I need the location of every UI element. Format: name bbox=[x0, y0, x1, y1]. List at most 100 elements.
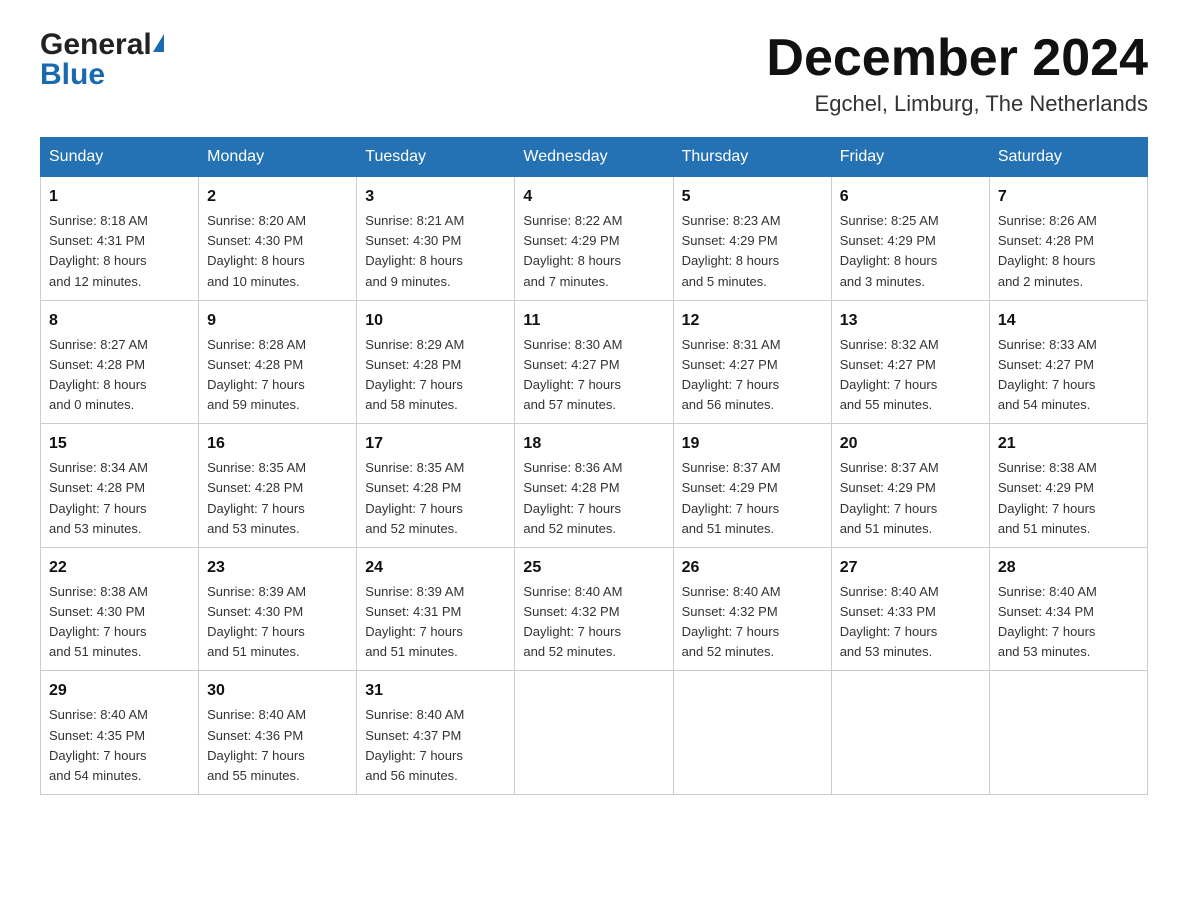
calendar-cell: 14Sunrise: 8:33 AM Sunset: 4:27 PM Dayli… bbox=[989, 300, 1147, 424]
calendar-header-sunday: Sunday bbox=[41, 138, 199, 177]
calendar-cell: 16Sunrise: 8:35 AM Sunset: 4:28 PM Dayli… bbox=[199, 424, 357, 548]
calendar-cell: 23Sunrise: 8:39 AM Sunset: 4:30 PM Dayli… bbox=[199, 547, 357, 671]
calendar-cell: 6Sunrise: 8:25 AM Sunset: 4:29 PM Daylig… bbox=[831, 177, 989, 301]
day-info: Sunrise: 8:40 AM Sunset: 4:32 PM Dayligh… bbox=[682, 582, 823, 663]
day-info: Sunrise: 8:40 AM Sunset: 4:34 PM Dayligh… bbox=[998, 582, 1139, 663]
calendar-cell: 22Sunrise: 8:38 AM Sunset: 4:30 PM Dayli… bbox=[41, 547, 199, 671]
calendar-header-monday: Monday bbox=[199, 138, 357, 177]
day-number: 21 bbox=[998, 432, 1139, 456]
calendar-cell: 10Sunrise: 8:29 AM Sunset: 4:28 PM Dayli… bbox=[357, 300, 515, 424]
day-number: 22 bbox=[49, 556, 190, 580]
day-number: 6 bbox=[840, 185, 981, 209]
calendar-cell: 28Sunrise: 8:40 AM Sunset: 4:34 PM Dayli… bbox=[989, 547, 1147, 671]
day-number: 18 bbox=[523, 432, 664, 456]
day-number: 2 bbox=[207, 185, 348, 209]
day-number: 24 bbox=[365, 556, 506, 580]
month-title: December 2024 bbox=[766, 30, 1148, 87]
day-info: Sunrise: 8:30 AM Sunset: 4:27 PM Dayligh… bbox=[523, 335, 664, 416]
calendar-cell: 18Sunrise: 8:36 AM Sunset: 4:28 PM Dayli… bbox=[515, 424, 673, 548]
day-number: 29 bbox=[49, 679, 190, 703]
day-number: 30 bbox=[207, 679, 348, 703]
day-info: Sunrise: 8:37 AM Sunset: 4:29 PM Dayligh… bbox=[682, 458, 823, 539]
calendar-cell: 13Sunrise: 8:32 AM Sunset: 4:27 PM Dayli… bbox=[831, 300, 989, 424]
day-info: Sunrise: 8:26 AM Sunset: 4:28 PM Dayligh… bbox=[998, 211, 1139, 292]
day-number: 20 bbox=[840, 432, 981, 456]
day-number: 19 bbox=[682, 432, 823, 456]
calendar-week-row: 8Sunrise: 8:27 AM Sunset: 4:28 PM Daylig… bbox=[41, 300, 1148, 424]
day-info: Sunrise: 8:27 AM Sunset: 4:28 PM Dayligh… bbox=[49, 335, 190, 416]
calendar-cell: 29Sunrise: 8:40 AM Sunset: 4:35 PM Dayli… bbox=[41, 671, 199, 795]
day-number: 15 bbox=[49, 432, 190, 456]
day-info: Sunrise: 8:37 AM Sunset: 4:29 PM Dayligh… bbox=[840, 458, 981, 539]
day-info: Sunrise: 8:38 AM Sunset: 4:30 PM Dayligh… bbox=[49, 582, 190, 663]
day-info: Sunrise: 8:22 AM Sunset: 4:29 PM Dayligh… bbox=[523, 211, 664, 292]
title-block: December 2024 Egchel, Limburg, The Nethe… bbox=[766, 30, 1148, 117]
calendar-week-row: 15Sunrise: 8:34 AM Sunset: 4:28 PM Dayli… bbox=[41, 424, 1148, 548]
logo-arrow-icon bbox=[153, 34, 164, 52]
day-number: 26 bbox=[682, 556, 823, 580]
day-number: 7 bbox=[998, 185, 1139, 209]
calendar-header-row: SundayMondayTuesdayWednesdayThursdayFrid… bbox=[41, 138, 1148, 177]
day-number: 1 bbox=[49, 185, 190, 209]
day-info: Sunrise: 8:38 AM Sunset: 4:29 PM Dayligh… bbox=[998, 458, 1139, 539]
day-number: 28 bbox=[998, 556, 1139, 580]
calendar-cell: 5Sunrise: 8:23 AM Sunset: 4:29 PM Daylig… bbox=[673, 177, 831, 301]
calendar-cell bbox=[515, 671, 673, 795]
day-info: Sunrise: 8:18 AM Sunset: 4:31 PM Dayligh… bbox=[49, 211, 190, 292]
calendar-cell: 11Sunrise: 8:30 AM Sunset: 4:27 PM Dayli… bbox=[515, 300, 673, 424]
calendar-cell: 9Sunrise: 8:28 AM Sunset: 4:28 PM Daylig… bbox=[199, 300, 357, 424]
day-info: Sunrise: 8:40 AM Sunset: 4:36 PM Dayligh… bbox=[207, 705, 348, 786]
calendar-week-row: 29Sunrise: 8:40 AM Sunset: 4:35 PM Dayli… bbox=[41, 671, 1148, 795]
day-number: 9 bbox=[207, 309, 348, 333]
day-number: 14 bbox=[998, 309, 1139, 333]
calendar-cell: 27Sunrise: 8:40 AM Sunset: 4:33 PM Dayli… bbox=[831, 547, 989, 671]
calendar-cell: 8Sunrise: 8:27 AM Sunset: 4:28 PM Daylig… bbox=[41, 300, 199, 424]
logo-blue-text: Blue bbox=[40, 58, 105, 91]
calendar-cell: 25Sunrise: 8:40 AM Sunset: 4:32 PM Dayli… bbox=[515, 547, 673, 671]
day-info: Sunrise: 8:20 AM Sunset: 4:30 PM Dayligh… bbox=[207, 211, 348, 292]
calendar-cell: 15Sunrise: 8:34 AM Sunset: 4:28 PM Dayli… bbox=[41, 424, 199, 548]
calendar-header-tuesday: Tuesday bbox=[357, 138, 515, 177]
logo: General Blue bbox=[40, 30, 164, 90]
day-info: Sunrise: 8:25 AM Sunset: 4:29 PM Dayligh… bbox=[840, 211, 981, 292]
calendar-header-friday: Friday bbox=[831, 138, 989, 177]
calendar-table: SundayMondayTuesdayWednesdayThursdayFrid… bbox=[40, 137, 1148, 795]
day-number: 5 bbox=[682, 185, 823, 209]
day-info: Sunrise: 8:39 AM Sunset: 4:30 PM Dayligh… bbox=[207, 582, 348, 663]
calendar-cell: 26Sunrise: 8:40 AM Sunset: 4:32 PM Dayli… bbox=[673, 547, 831, 671]
calendar-week-row: 1Sunrise: 8:18 AM Sunset: 4:31 PM Daylig… bbox=[41, 177, 1148, 301]
day-info: Sunrise: 8:28 AM Sunset: 4:28 PM Dayligh… bbox=[207, 335, 348, 416]
day-number: 23 bbox=[207, 556, 348, 580]
day-info: Sunrise: 8:29 AM Sunset: 4:28 PM Dayligh… bbox=[365, 335, 506, 416]
logo-general-text: General bbox=[40, 30, 152, 60]
calendar-cell: 19Sunrise: 8:37 AM Sunset: 4:29 PM Dayli… bbox=[673, 424, 831, 548]
calendar-cell: 21Sunrise: 8:38 AM Sunset: 4:29 PM Dayli… bbox=[989, 424, 1147, 548]
day-info: Sunrise: 8:23 AM Sunset: 4:29 PM Dayligh… bbox=[682, 211, 823, 292]
day-info: Sunrise: 8:34 AM Sunset: 4:28 PM Dayligh… bbox=[49, 458, 190, 539]
day-number: 16 bbox=[207, 432, 348, 456]
day-number: 25 bbox=[523, 556, 664, 580]
day-number: 12 bbox=[682, 309, 823, 333]
day-number: 13 bbox=[840, 309, 981, 333]
day-info: Sunrise: 8:40 AM Sunset: 4:35 PM Dayligh… bbox=[49, 705, 190, 786]
calendar-cell: 24Sunrise: 8:39 AM Sunset: 4:31 PM Dayli… bbox=[357, 547, 515, 671]
calendar-header-wednesday: Wednesday bbox=[515, 138, 673, 177]
calendar-cell: 20Sunrise: 8:37 AM Sunset: 4:29 PM Dayli… bbox=[831, 424, 989, 548]
day-info: Sunrise: 8:40 AM Sunset: 4:37 PM Dayligh… bbox=[365, 705, 506, 786]
calendar-cell: 12Sunrise: 8:31 AM Sunset: 4:27 PM Dayli… bbox=[673, 300, 831, 424]
day-number: 11 bbox=[523, 309, 664, 333]
day-number: 31 bbox=[365, 679, 506, 703]
day-info: Sunrise: 8:33 AM Sunset: 4:27 PM Dayligh… bbox=[998, 335, 1139, 416]
calendar-cell bbox=[831, 671, 989, 795]
day-number: 3 bbox=[365, 185, 506, 209]
day-info: Sunrise: 8:40 AM Sunset: 4:33 PM Dayligh… bbox=[840, 582, 981, 663]
calendar-header-thursday: Thursday bbox=[673, 138, 831, 177]
day-info: Sunrise: 8:32 AM Sunset: 4:27 PM Dayligh… bbox=[840, 335, 981, 416]
day-info: Sunrise: 8:40 AM Sunset: 4:32 PM Dayligh… bbox=[523, 582, 664, 663]
day-info: Sunrise: 8:35 AM Sunset: 4:28 PM Dayligh… bbox=[207, 458, 348, 539]
calendar-cell: 30Sunrise: 8:40 AM Sunset: 4:36 PM Dayli… bbox=[199, 671, 357, 795]
day-info: Sunrise: 8:31 AM Sunset: 4:27 PM Dayligh… bbox=[682, 335, 823, 416]
calendar-header-saturday: Saturday bbox=[989, 138, 1147, 177]
day-number: 17 bbox=[365, 432, 506, 456]
day-number: 10 bbox=[365, 309, 506, 333]
